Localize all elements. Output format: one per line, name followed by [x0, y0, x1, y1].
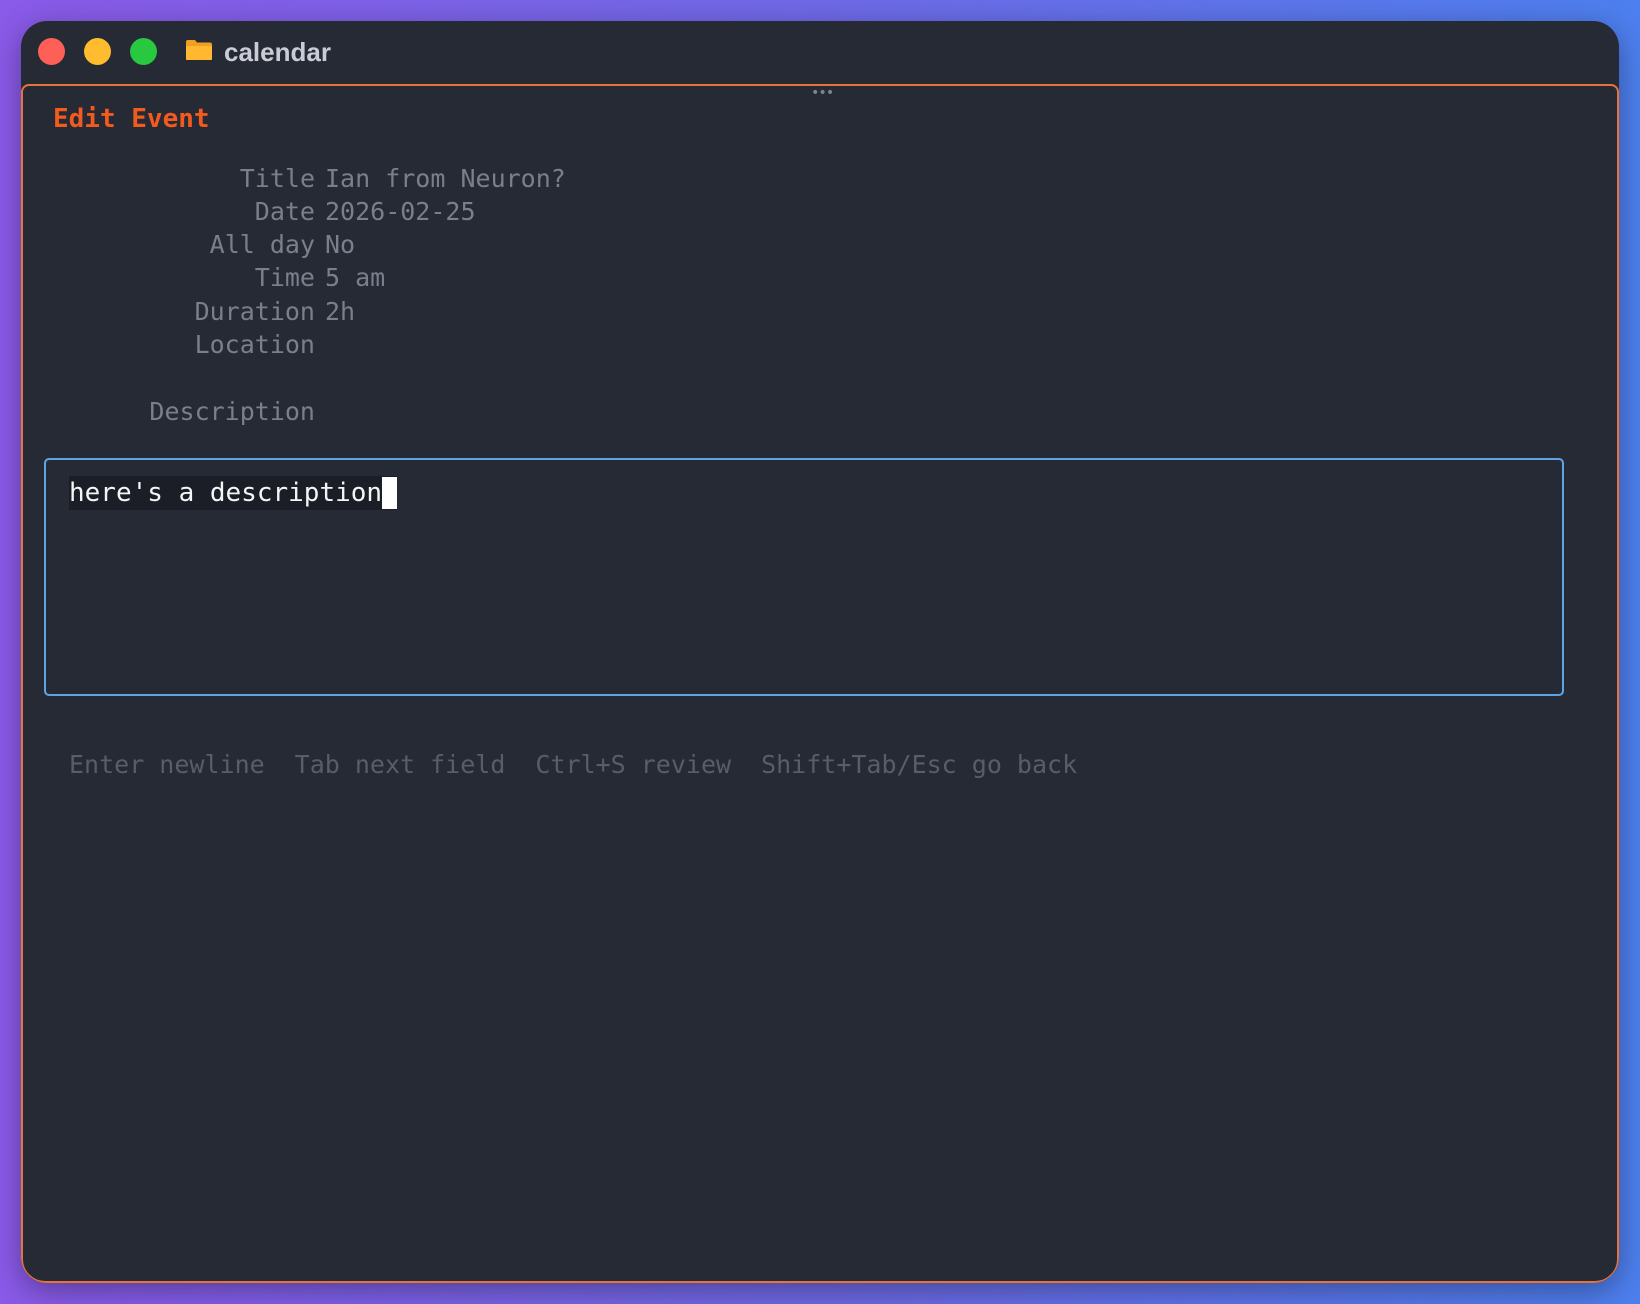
description-label: Description	[149, 397, 315, 426]
date-label: Date	[254, 197, 315, 226]
hint-tab-next-field: Tab next field	[294, 750, 506, 779]
location-label: Location	[194, 330, 315, 359]
keyboard-hints: Enter newline Tab next field Ctrl+S review…	[69, 748, 1107, 782]
minimize-window-button[interactable]	[84, 38, 111, 65]
date-value[interactable]: 2026-02-25	[325, 195, 476, 229]
folder-icon	[186, 40, 212, 60]
text-cursor	[382, 477, 398, 509]
title-value[interactable]: Ian from Neuron?	[325, 162, 566, 196]
pane-drag-handle[interactable]: •••	[811, 86, 834, 100]
description-value: here's a description	[69, 478, 383, 508]
edit-event-pane: ••• Edit Event Title Ian from Neuron? Da…	[21, 84, 1619, 1283]
hint-shift-tab-go-back: Shift+Tab/Esc go back	[761, 750, 1078, 779]
window-title: calendar	[224, 37, 331, 67]
duration-label: Duration	[194, 297, 315, 326]
all-day-label: All day	[209, 230, 315, 259]
terminal-window: calendar ••• Edit Event Title Ian from N…	[21, 21, 1619, 1283]
hint-ctrl-s-review: Ctrl+S review	[535, 750, 732, 779]
description-textarea[interactable]: here's a description	[44, 458, 1564, 696]
all-day-value[interactable]: No	[325, 228, 355, 262]
title-bar[interactable]: calendar	[21, 21, 1619, 83]
time-value[interactable]: 5 am	[325, 261, 385, 295]
time-label: Time	[254, 263, 315, 292]
close-window-button[interactable]	[38, 38, 65, 65]
pane-heading: Edit Event	[53, 104, 210, 134]
description-text: here's a description	[69, 476, 398, 510]
zoom-window-button[interactable]	[130, 38, 157, 65]
duration-value[interactable]: 2h	[325, 295, 355, 329]
title-label: Title	[239, 164, 315, 193]
hint-enter-newline: Enter newline	[69, 750, 265, 779]
